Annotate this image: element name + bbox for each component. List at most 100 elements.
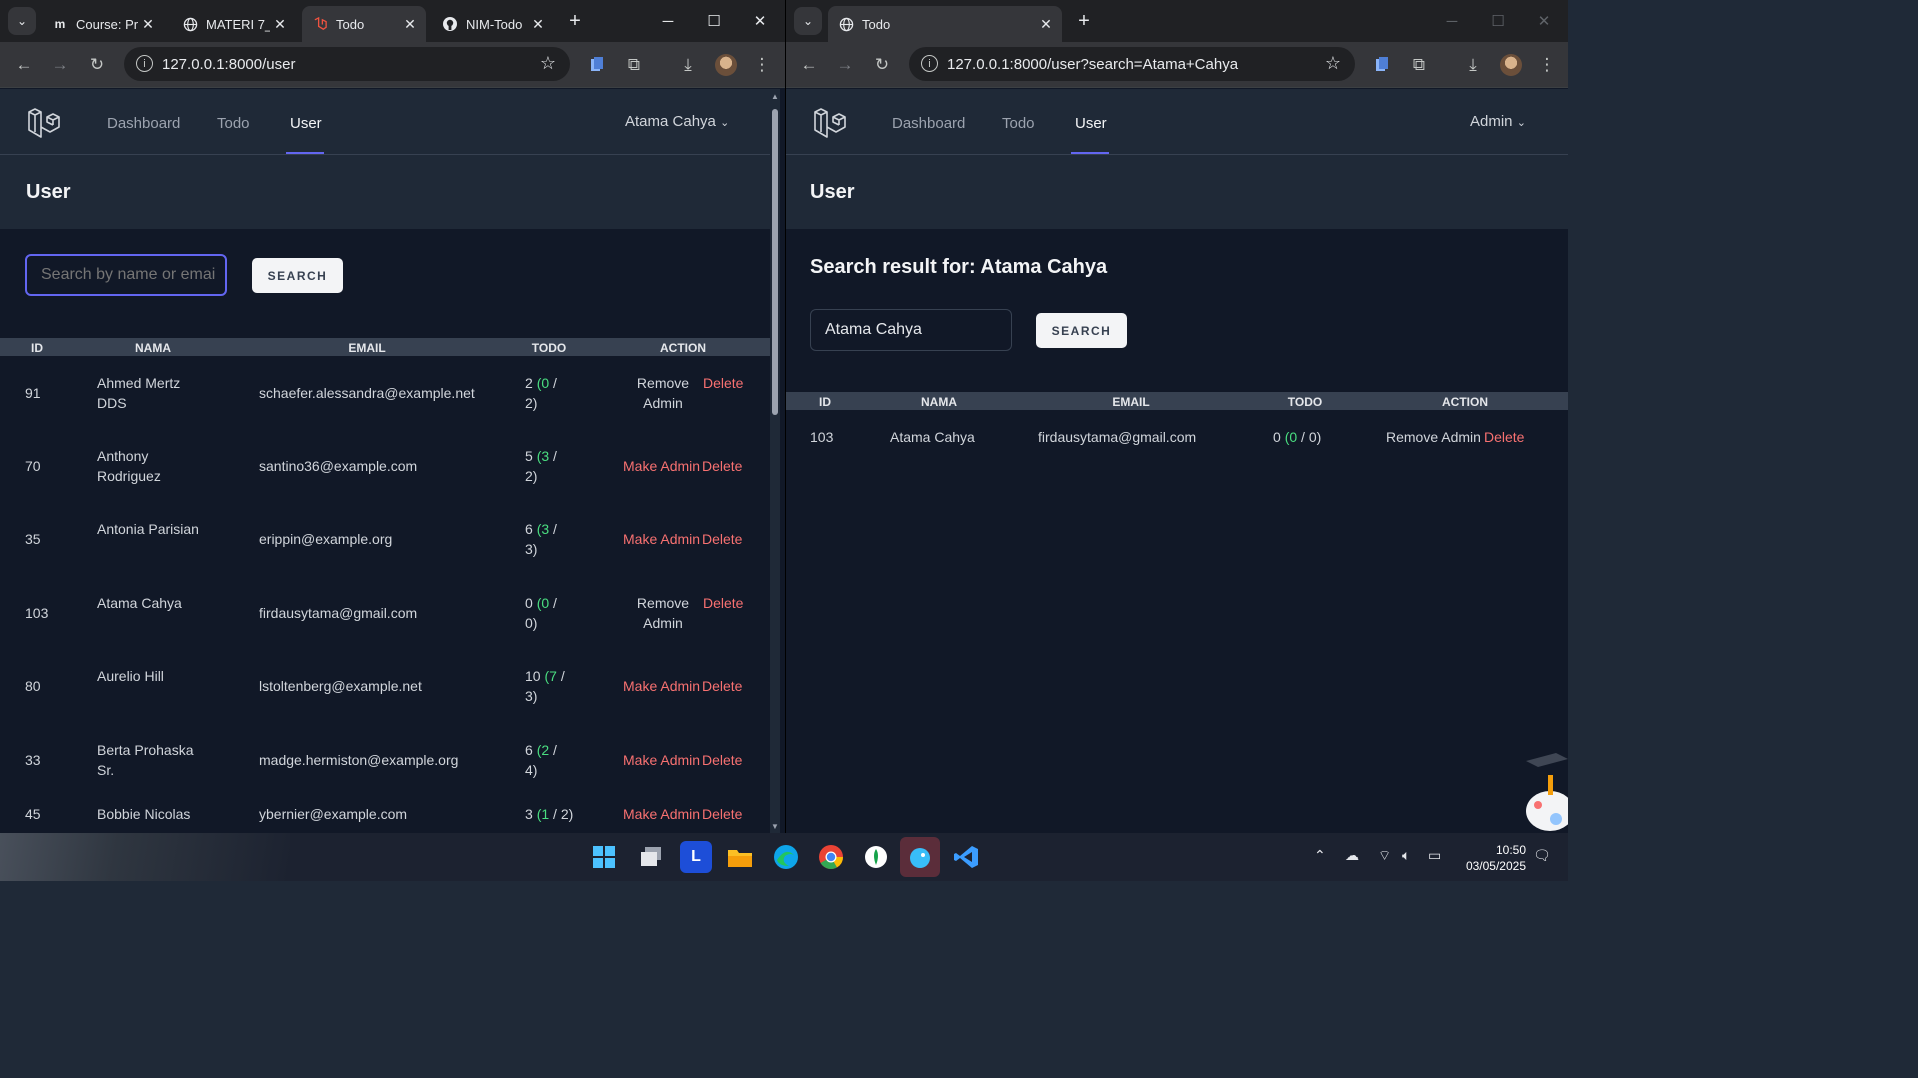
- site-info-icon[interactable]: i: [136, 55, 153, 72]
- minimize-icon[interactable]: ─: [645, 6, 691, 36]
- tab-todo[interactable]: Todo ✕: [828, 6, 1062, 42]
- bird-app-icon[interactable]: [900, 837, 940, 877]
- todo-pending: 3: [525, 541, 533, 557]
- close-tab-icon[interactable]: ✕: [400, 16, 420, 33]
- extensions-puzzle-icon[interactable]: ⧉: [620, 51, 648, 79]
- menu-kebab-icon[interactable]: ⋮: [1533, 51, 1561, 79]
- extension-doc-icon[interactable]: [583, 51, 611, 79]
- profile-avatar[interactable]: [715, 54, 737, 76]
- user-dropdown[interactable]: Admin ⌄: [1470, 113, 1526, 130]
- tab-materi[interactable]: MATERI 7_ ✕: [172, 6, 296, 42]
- tab-search-button[interactable]: ⌄: [794, 7, 822, 35]
- reload-icon[interactable]: ↻: [83, 51, 111, 79]
- download-icon[interactable]: ⤓: [674, 51, 702, 79]
- back-icon[interactable]: ←: [795, 51, 823, 79]
- profile-avatar[interactable]: [1500, 54, 1522, 76]
- make-admin-button[interactable]: Make Admin: [623, 676, 700, 696]
- edge-icon[interactable]: [770, 841, 802, 873]
- nav-user[interactable]: User: [1075, 115, 1107, 132]
- delete-button[interactable]: Delete: [703, 373, 743, 393]
- delete-button[interactable]: Delete: [702, 750, 742, 770]
- app-l-icon[interactable]: L: [680, 841, 712, 873]
- chrome-icon[interactable]: [815, 841, 847, 873]
- forward-icon[interactable]: →: [46, 51, 74, 79]
- search-button[interactable]: SEARCH: [1036, 313, 1127, 348]
- new-tab-icon[interactable]: +: [1072, 9, 1096, 33]
- user-dropdown[interactable]: Atama Cahya ⌄: [625, 113, 729, 130]
- col-action: ACTION: [1442, 395, 1488, 409]
- laravel-logo-icon[interactable]: [812, 105, 848, 141]
- site-info-icon[interactable]: i: [921, 55, 938, 72]
- delete-button[interactable]: Delete: [702, 456, 742, 476]
- vscode-icon[interactable]: [950, 841, 982, 873]
- close-tab-icon[interactable]: ✕: [270, 16, 290, 33]
- forward-icon[interactable]: →: [831, 51, 859, 79]
- remove-admin-button[interactable]: Remove Admin: [1386, 427, 1481, 447]
- tab-github[interactable]: NIM-Todo ✕: [432, 6, 554, 42]
- address-bar[interactable]: i 127.0.0.1:8000/user ☆: [124, 47, 570, 81]
- make-admin-button[interactable]: Make Admin: [623, 750, 700, 770]
- extension-doc-icon[interactable]: [1368, 51, 1396, 79]
- tab-title: MATERI 7_: [206, 16, 270, 32]
- minimize-icon[interactable]: ─: [1429, 6, 1475, 36]
- bookmark-star-icon[interactable]: ☆: [1325, 53, 1341, 74]
- search-button[interactable]: SEARCH: [252, 258, 343, 293]
- extensions-puzzle-icon[interactable]: ⧉: [1405, 51, 1433, 79]
- moodle-icon: m: [54, 17, 66, 31]
- delete-button[interactable]: Delete: [702, 676, 742, 696]
- close-tab-icon[interactable]: ✕: [1036, 16, 1056, 33]
- make-admin-button[interactable]: Make Admin: [623, 529, 700, 549]
- wallpaper-strip: [0, 833, 290, 881]
- nav-todo[interactable]: Todo: [1002, 115, 1035, 132]
- scroll-up-icon[interactable]: ▲: [771, 92, 779, 101]
- maximize-icon[interactable]: ☐: [1475, 6, 1521, 36]
- remove-admin-button[interactable]: Remove Admin: [634, 373, 692, 413]
- file-explorer-icon[interactable]: [724, 841, 756, 873]
- menu-kebab-icon[interactable]: ⋮: [748, 51, 776, 79]
- tray-chevron-up-icon[interactable]: ⌃: [1314, 847, 1326, 864]
- scroll-down-icon[interactable]: ▼: [771, 822, 779, 831]
- delete-button[interactable]: Delete: [702, 529, 742, 549]
- onedrive-cloud-icon[interactable]: ☁: [1345, 847, 1359, 864]
- cell-id: 91: [25, 385, 41, 401]
- bookmark-star-icon[interactable]: ☆: [540, 53, 556, 74]
- make-admin-button[interactable]: Make Admin: [623, 456, 700, 476]
- address-bar[interactable]: i 127.0.0.1:8000/user?search=Atama+Cahya…: [909, 47, 1355, 81]
- task-view-icon[interactable]: [635, 841, 667, 873]
- reload-icon[interactable]: ↻: [868, 51, 896, 79]
- battery-icon[interactable]: ▭: [1428, 847, 1441, 864]
- tab-todo[interactable]: Todo ✕: [302, 6, 426, 42]
- todo-total: 10: [525, 668, 541, 684]
- close-tab-icon[interactable]: ✕: [138, 16, 158, 33]
- laravel-logo-icon[interactable]: [26, 105, 62, 141]
- delete-button[interactable]: Delete: [702, 804, 742, 824]
- search-input[interactable]: Atama Cahya: [810, 309, 1012, 351]
- back-icon[interactable]: ←: [10, 51, 38, 79]
- nav-todo[interactable]: Todo: [217, 115, 250, 132]
- delete-button[interactable]: Delete: [1484, 427, 1524, 447]
- tab-search-button[interactable]: ⌄: [8, 7, 36, 35]
- mongodb-compass-icon[interactable]: [860, 841, 892, 873]
- nav-dashboard[interactable]: Dashboard: [107, 115, 180, 132]
- wifi-icon[interactable]: ⌔: [1378, 847, 1391, 865]
- maximize-icon[interactable]: ☐: [691, 6, 737, 36]
- tab-course[interactable]: m Course: Pr ✕: [42, 6, 164, 42]
- remove-admin-button[interactable]: Remove Admin: [634, 593, 692, 633]
- notification-icon[interactable]: 🗨︎: [1533, 847, 1551, 864]
- nav-user[interactable]: User: [290, 115, 322, 132]
- make-admin-button[interactable]: Make Admin: [623, 804, 700, 824]
- search-input[interactable]: [25, 254, 227, 296]
- system-clock[interactable]: 10:50 03/05/2025: [1466, 842, 1526, 874]
- close-window-icon[interactable]: ✕: [1521, 6, 1567, 36]
- close-window-icon[interactable]: ✕: [737, 6, 783, 36]
- close-tab-icon[interactable]: ✕: [528, 16, 548, 33]
- download-icon[interactable]: ⤓: [1459, 51, 1487, 79]
- windows-start-icon[interactable]: [588, 841, 620, 873]
- page-header: User: [786, 155, 1568, 229]
- scroll-thumb[interactable]: [772, 109, 778, 415]
- page-scrollbar[interactable]: ▲ ▼: [770, 89, 780, 833]
- delete-button[interactable]: Delete: [703, 593, 743, 613]
- volume-icon[interactable]: 🔈︎: [1402, 847, 1410, 864]
- nav-dashboard[interactable]: Dashboard: [892, 115, 965, 132]
- new-tab-icon[interactable]: +: [563, 9, 587, 33]
